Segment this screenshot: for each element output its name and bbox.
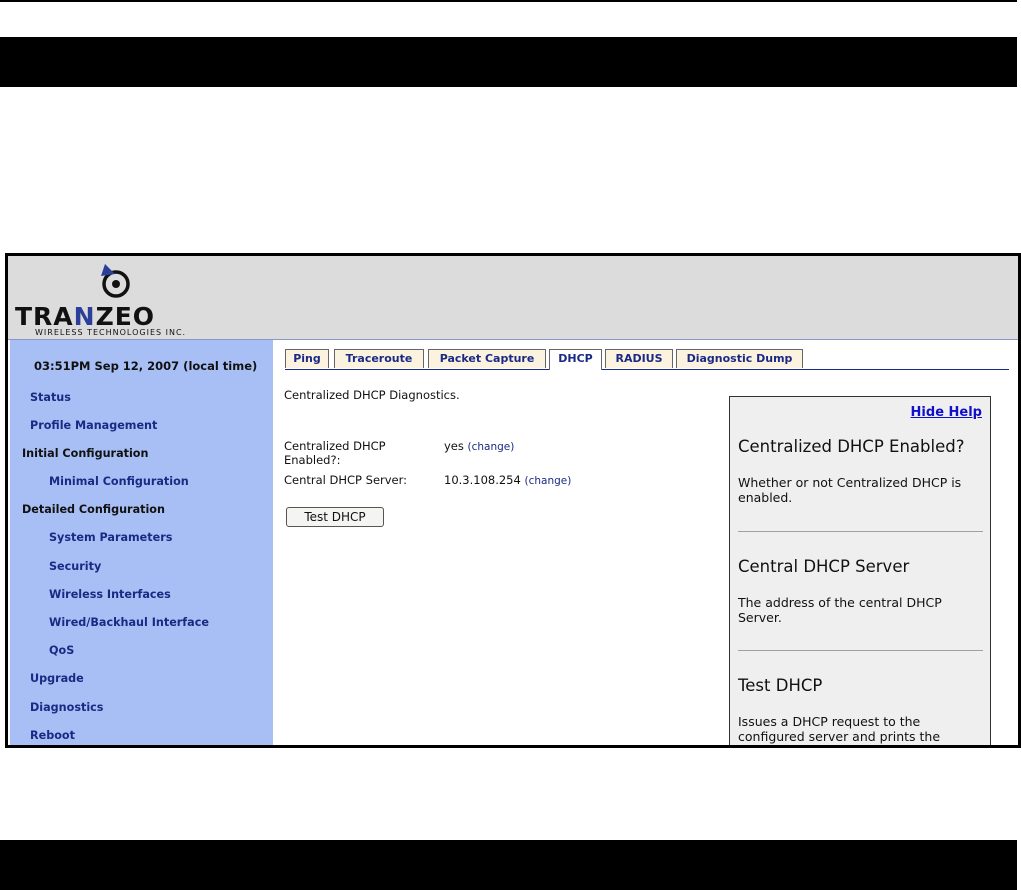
tab-traceroute[interactable]: Traceroute	[334, 349, 424, 368]
tab-dhcp[interactable]: DHCP	[549, 349, 602, 370]
sidebar-item-upgrade[interactable]: Upgrade	[30, 672, 84, 685]
tab-radius[interactable]: RADIUS	[605, 349, 673, 368]
centralized-dhcp-value: yes (change)	[444, 439, 515, 453]
centralized-dhcp-label: Centralized DHCP Enabled?:	[284, 439, 386, 467]
sidebar-item-reboot[interactable]: Reboot	[30, 729, 75, 742]
diagnostics-tab-bar: Ping Traceroute Packet Capture DHCP RADI…	[285, 349, 1009, 370]
tab-ping[interactable]: Ping	[285, 349, 329, 368]
central-dhcp-server-change-link[interactable]: (change)	[524, 475, 571, 487]
header-banner: TRANZEO WIRELESS TECHNOLOGIES INC.	[8, 256, 1018, 340]
help-text-centralized-dhcp: Whether or not Centralized DHCP is enabl…	[738, 475, 962, 505]
central-dhcp-server-value: 10.3.108.254 (change)	[444, 473, 572, 487]
logo-emblem-icon	[101, 264, 130, 298]
main-content: Ping Traceroute Packet Capture DHCP RADI…	[276, 340, 1018, 745]
help-divider	[738, 531, 983, 532]
screenshot-frame: TRANZEO WIRELESS TECHNOLOGIES INC. 03:51…	[5, 253, 1021, 748]
help-heading-test-dhcp: Test DHCP	[738, 676, 823, 695]
help-text-central-dhcp-server: The address of the central DHCP Server.	[738, 595, 942, 625]
sidebar-item-qos[interactable]: QoS	[49, 644, 74, 657]
help-heading-centralized-dhcp: Centralized DHCP Enabled?	[738, 437, 965, 456]
test-dhcp-button[interactable]: Test DHCP	[286, 507, 384, 527]
help-divider	[738, 650, 983, 651]
help-heading-central-dhcp-server: Central DHCP Server	[738, 557, 910, 576]
tab-packet-capture[interactable]: Packet Capture	[428, 349, 546, 368]
sidebar-item-diagnostics[interactable]: Diagnostics	[30, 701, 103, 714]
logo-subtitle: WIRELESS TECHNOLOGIES INC.	[35, 328, 187, 337]
bottom-black-band	[0, 840, 1017, 890]
help-text-test-dhcp: Issues a DHCP request to the configured …	[738, 714, 941, 744]
central-dhcp-server-label: Central DHCP Server:	[284, 473, 408, 487]
sidebar-item-profile-management[interactable]: Profile Management	[30, 419, 157, 432]
tab-diagnostic-dump[interactable]: Diagnostic Dump	[676, 349, 803, 368]
page-title: Centralized DHCP Diagnostics.	[284, 388, 460, 402]
sidebar: 03:51PM Sep 12, 2007 (local time) Status…	[10, 340, 273, 745]
logo-wordmark: TRANZEO	[15, 302, 156, 331]
sidebar-item-wireless-interfaces[interactable]: Wireless Interfaces	[49, 588, 171, 601]
sidebar-item-initial-configuration[interactable]: Initial Configuration	[22, 447, 148, 460]
local-time-clock: 03:51PM Sep 12, 2007 (local time)	[34, 359, 258, 373]
top-black-band	[0, 37, 1017, 87]
top-rule	[0, 0, 1017, 2]
sidebar-item-system-parameters[interactable]: System Parameters	[49, 531, 172, 544]
help-panel: Hide Help Centralized DHCP Enabled? Whet…	[729, 396, 991, 745]
hide-help-link[interactable]: Hide Help	[911, 405, 982, 420]
sidebar-item-detailed-configuration[interactable]: Detailed Configuration	[22, 503, 165, 516]
tranzeo-logo: TRANZEO WIRELESS TECHNOLOGIES INC.	[13, 262, 233, 337]
centralized-dhcp-change-link[interactable]: (change)	[468, 441, 515, 453]
sidebar-item-security[interactable]: Security	[49, 560, 101, 573]
sidebar-item-minimal-configuration[interactable]: Minimal Configuration	[49, 475, 189, 488]
sidebar-item-wired-backhaul-interface[interactable]: Wired/Backhaul Interface	[49, 616, 209, 629]
sidebar-item-status[interactable]: Status	[30, 391, 71, 404]
